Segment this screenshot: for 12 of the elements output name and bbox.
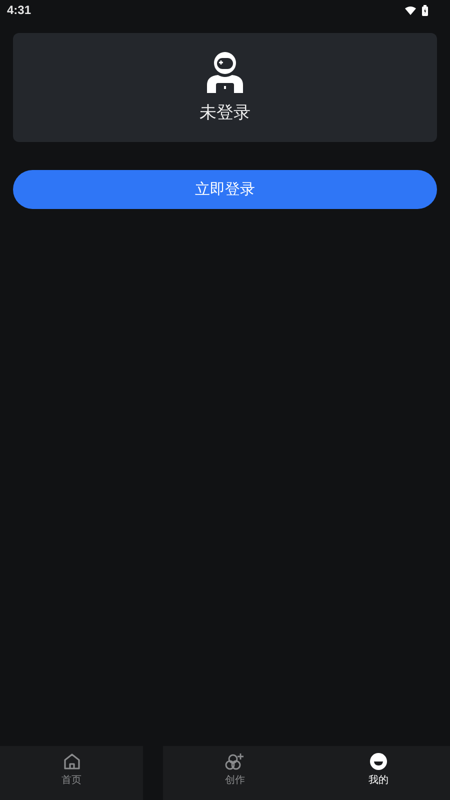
circles-sparkle-icon [225,753,244,770]
battery-icon [422,4,428,16]
nav-tab[interactable]: 首页 [0,746,144,800]
nav-tab[interactable]: 我的 [306,746,450,800]
login-status: 未登录 [200,102,250,124]
astronaut-avatar-icon [206,51,244,93]
login-button[interactable]: 立即登录 [13,170,437,209]
wifi-icon [405,6,416,14]
home-icon [62,753,81,770]
status-time: 4:31 [7,3,32,17]
nav-tab[interactable]: 创作 [163,746,307,800]
smile-face-icon [370,753,387,770]
